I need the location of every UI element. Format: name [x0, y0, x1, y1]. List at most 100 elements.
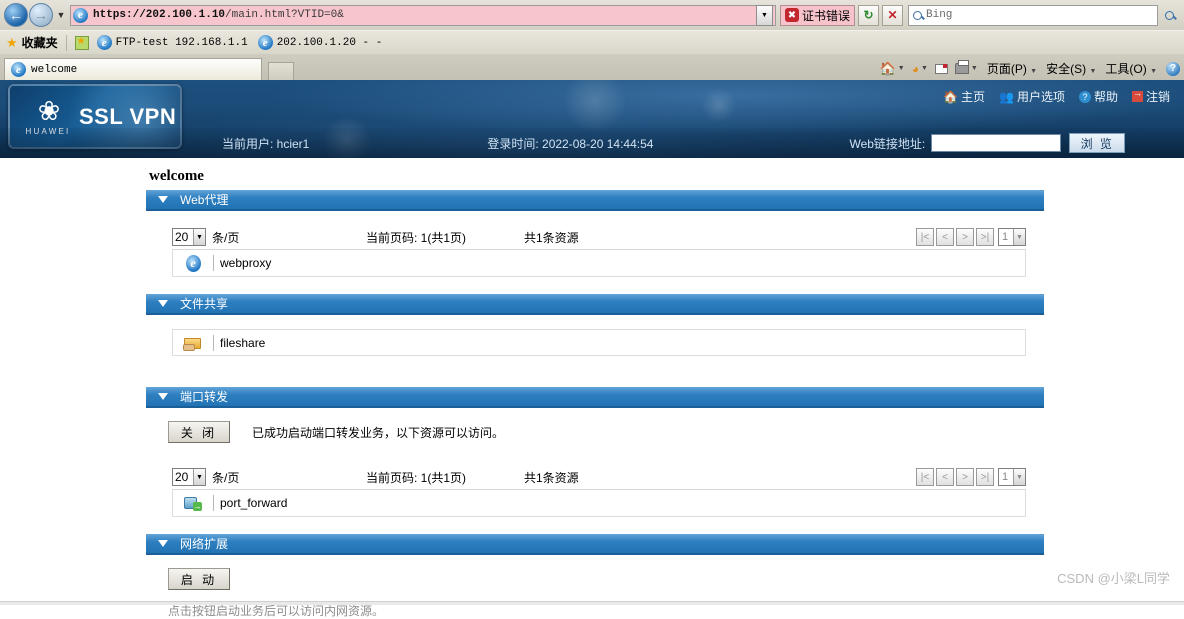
resource-row-portforward[interactable]: → port_forward — [172, 490, 1026, 517]
first-page-button[interactable]: |< — [916, 468, 934, 486]
prev-page-button[interactable]: < — [936, 228, 954, 246]
nav-user-options[interactable]: 👥 用户选项 — [999, 88, 1065, 105]
search-placeholder: Bing — [926, 9, 953, 21]
menu-tools[interactable]: 工具(O) ▼ — [1105, 60, 1157, 77]
mail-icon — [934, 63, 948, 74]
tab-welcome[interactable]: e welcome — [4, 58, 262, 80]
section-header-networkextension[interactable]: 网络扩展 — [146, 534, 1044, 555]
home-icon: 🏠 — [879, 60, 896, 76]
home-button[interactable]: 🏠 ▼ — [880, 61, 905, 77]
browser-nav-row: ← → ▼ e https://202.100.1.10/main.html?V… — [0, 0, 1184, 30]
nav-help[interactable]: ? 帮助 — [1078, 88, 1118, 105]
vpn-status-bar: 当前用户: hcier1 登录时间: 2022-08-20 14:44:54 W… — [0, 128, 1184, 158]
menu-safety[interactable]: 安全(S) ▼ — [1046, 60, 1096, 77]
weblink-input[interactable] — [931, 134, 1062, 152]
browser-chrome: ← → ▼ e https://202.100.1.10/main.html?V… — [0, 0, 1184, 80]
certificate-error-icon: ✖ — [784, 8, 799, 22]
forward-arrow-icon[interactable]: → — [29, 3, 53, 27]
collapse-triangle-icon[interactable] — [158, 196, 168, 203]
users-icon: 👥 — [999, 89, 1014, 104]
port-forward-cube-icon: → — [173, 496, 213, 511]
search-go-icon[interactable] — [1158, 5, 1180, 26]
tab-favicon-icon: e — [11, 62, 26, 77]
total-resources-label: 共1条资源 — [524, 230, 579, 245]
panel-webproxy: 20 ▼ 条/页 当前页码: 1(共1页) 共1条资源 |< < > >| 1 ▼ … — [146, 225, 1044, 277]
search-input[interactable]: Bing — [908, 4, 1158, 26]
chevron-down-icon[interactable]: ▼ — [921, 65, 928, 72]
address-dropdown-icon[interactable]: ▼ — [755, 4, 773, 26]
new-tab-button[interactable] — [268, 62, 294, 80]
first-page-button[interactable]: |< — [916, 228, 934, 246]
page-number-select[interactable]: 1 ▼ — [998, 468, 1026, 486]
resource-name[interactable]: port_forward — [213, 495, 287, 511]
stop-button[interactable]: ✕ — [882, 4, 903, 26]
favorite-item[interactable]: e FTP-test 192.168.1.1 — [96, 35, 248, 50]
next-page-button[interactable]: > — [956, 228, 974, 246]
last-page-button[interactable]: >| — [976, 468, 994, 486]
search-icon — [913, 10, 922, 20]
chevron-down-icon[interactable]: ▼ — [898, 65, 905, 72]
page-bottom-divider — [0, 601, 1184, 605]
site-favicon-icon: e — [73, 7, 88, 23]
panel-fileshare: fileshare — [146, 329, 1044, 356]
pagination-nav: |< < > >| 1 ▼ — [916, 228, 1026, 246]
ie-browser-icon: e — [173, 254, 213, 272]
add-to-favorites-icon[interactable] — [74, 35, 89, 50]
total-resources-label: 共1条资源 — [524, 470, 579, 485]
start-networkextension-button[interactable]: 启 动 — [168, 568, 230, 590]
certificate-error-badge[interactable]: ✖ 证书错误 — [779, 4, 855, 26]
printer-icon — [954, 60, 969, 74]
section-header-portforward[interactable]: 端口转发 — [146, 387, 1044, 408]
section-title: 文件共享 — [180, 297, 229, 311]
favorites-label[interactable]: 收藏夹 — [22, 34, 58, 51]
collapse-triangle-icon[interactable] — [158, 300, 168, 307]
ie-favicon-icon: e — [96, 35, 112, 50]
page-title: welcome — [149, 168, 204, 184]
close-portforward-button[interactable]: 关 闭 — [168, 421, 230, 443]
menu-page[interactable]: 页面(P) ▼ — [987, 60, 1037, 77]
chevron-down-icon: ▼ — [193, 229, 205, 245]
browse-button[interactable]: 浏 览 — [1069, 133, 1126, 153]
resource-name[interactable]: webproxy — [213, 255, 271, 271]
tab-label: welcome — [31, 63, 78, 76]
feeds-button[interactable]: ◕ ▼ — [912, 62, 928, 76]
portforward-status-message: 已成功启动端口转发业务，以下资源可以访问。 — [252, 425, 505, 440]
vpn-page: ❀ HUAWEI SSL VPN 🏠主页 👥用户选项 ?帮助 注销 当前用户: … — [0, 80, 1184, 618]
back-arrow-icon[interactable]: ← — [4, 3, 28, 27]
print-button[interactable]: ▼ — [954, 60, 978, 74]
resource-row-webproxy[interactable]: e webproxy — [172, 250, 1026, 277]
help-icon[interactable]: ? — [1166, 61, 1180, 76]
favorite-item-label: FTP-test 192.168.1.1 — [115, 36, 248, 49]
address-bar-url: https://202.100.1.10/main.html?VTID=0& — [93, 9, 344, 21]
vpn-top-nav: 🏠主页 👥用户选项 ?帮助 注销 — [943, 88, 1170, 105]
current-page-label: 当前页码: 1(共1页) — [366, 230, 467, 245]
weblink-label: Web链接地址: — [849, 136, 926, 151]
product-label: SSL VPN — [79, 103, 177, 129]
section-header-webproxy[interactable]: Web代理 — [146, 190, 1044, 211]
nav-logout[interactable]: 注销 — [1131, 88, 1170, 105]
favorite-item[interactable]: e 202.100.1.20 - - — [257, 35, 382, 50]
chevron-down-icon[interactable]: ▼ — [971, 65, 978, 72]
last-page-button[interactable]: >| — [976, 228, 994, 246]
collapse-triangle-icon[interactable] — [158, 540, 168, 547]
certificate-error-label: 证书错误 — [801, 8, 850, 23]
panel-networkextension: 启 动 点击按钮启动业务后可以访问内网资源。 — [146, 568, 1044, 619]
per-page-select[interactable]: 20 ▼ — [172, 468, 206, 486]
recent-pages-dropdown-icon[interactable]: ▼ — [54, 10, 68, 20]
section-header-fileshare[interactable]: 文件共享 — [146, 294, 1044, 315]
next-page-button[interactable]: > — [956, 468, 974, 486]
vpn-content: welcome Web代理 20 ▼ 条/页 当前页码: 1(共1页) 共1条资源… — [0, 158, 1184, 619]
refresh-button[interactable]: ↻ — [858, 4, 879, 26]
prev-page-button[interactable]: < — [936, 468, 954, 486]
collapse-triangle-icon[interactable] — [158, 393, 168, 400]
per-page-select[interactable]: 20 ▼ — [172, 228, 206, 246]
resource-name[interactable]: fileshare — [213, 334, 265, 351]
page-number-select[interactable]: 1 ▼ — [998, 228, 1026, 246]
resource-row-fileshare[interactable]: fileshare — [172, 329, 1026, 356]
address-bar[interactable]: e https://202.100.1.10/main.html?VTID=0&… — [70, 4, 776, 26]
mail-button[interactable] — [934, 63, 948, 74]
help-icon: ? — [1078, 90, 1091, 103]
per-page-unit-label: 条/页 — [212, 230, 240, 245]
nav-home[interactable]: 🏠 主页 — [943, 88, 985, 105]
chevron-down-icon: ▼ — [1013, 229, 1025, 245]
